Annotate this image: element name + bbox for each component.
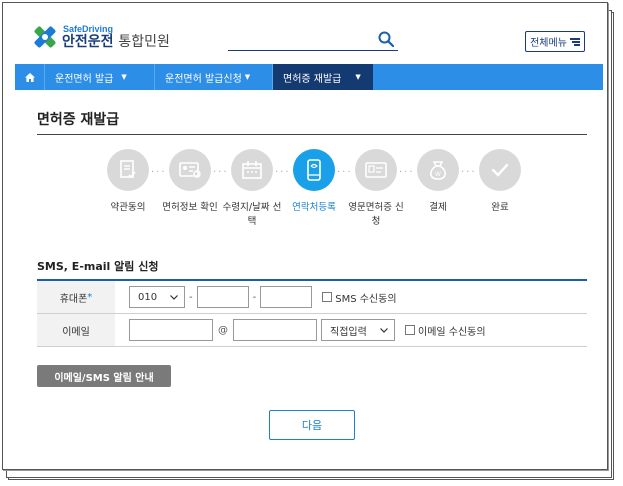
step-terms: 약관동의 (98, 149, 158, 215)
document-check-icon (107, 149, 149, 191)
phone-separator: - (189, 291, 193, 303)
license-card-icon (355, 149, 397, 191)
nav-home[interactable] (15, 64, 45, 90)
logo-title-main: 안전운전 (62, 34, 114, 50)
email-id-input[interactable] (129, 319, 213, 341)
site-logo[interactable]: SafeDriving 안전운전 통합민원 (33, 25, 170, 49)
step-english-license: 영문면허증 신청 (346, 149, 406, 229)
chevron-down-icon (380, 327, 388, 333)
home-icon (24, 72, 35, 82)
step-label: 수령지/날짜 선택 (222, 202, 282, 227)
checkbox-box[interactable] (405, 325, 415, 335)
caret-down-icon: ▼ (244, 73, 251, 81)
caret-down-icon: ▼ (355, 73, 361, 81)
section-title: SMS, E-mail 알림 신청 (37, 260, 159, 273)
email-label: 이메일 (37, 314, 115, 346)
logo-subtitle: SafeDriving (63, 24, 114, 34)
phone-separator: - (252, 291, 257, 303)
notification-guide-button[interactable]: 이메일/SMS 알림 안내 (37, 365, 171, 387)
page-title: 면허증 재발급 (37, 112, 120, 128)
email-domain-select[interactable]: 직접입력 (321, 319, 395, 341)
step-label: 결제 (429, 202, 447, 213)
calendar-icon (231, 149, 273, 191)
chevron-down-icon (170, 294, 178, 300)
step-license-info: 면허정보 확인 (160, 149, 220, 215)
nav-item-label: 면허증 재발급 (283, 73, 342, 85)
mobile-phone-icon (293, 149, 335, 191)
step-pickup-date: 수령지/날짜 선택 (222, 149, 282, 229)
step-label: 완료 (491, 202, 509, 213)
email-domain-input[interactable] (233, 319, 317, 341)
email-consent-checkbox[interactable]: 이메일 수신동의 (405, 323, 486, 338)
step-label: 영문면허증 신청 (348, 202, 404, 227)
phone-row: 휴대폰 * 010 - - SMS 수신동의 (37, 281, 587, 314)
step-label: 연락처등록 (292, 202, 336, 213)
all-menu-button[interactable]: 전체메뉴 (525, 31, 585, 52)
email-consent-label: 이메일 수신동의 (418, 326, 486, 338)
email-at-sign: @ (218, 324, 228, 336)
safedriving-logo-icon (33, 25, 57, 49)
notification-form: 휴대폰 * 010 - - SMS 수신동의 이메일 @ 직접입력 이메일 수신… (37, 279, 587, 347)
phone-last-input[interactable] (260, 286, 313, 308)
nav-item-license-issue[interactable]: 운전면허 발급 ▼ (45, 64, 155, 90)
checkmark-icon (479, 149, 521, 191)
all-menu-label: 전체메뉴 (530, 38, 567, 49)
id-card-icon (169, 149, 211, 191)
main-nav: 운전면허 발급 ▼ 운전면허 발급신청 ▼ 면허증 재발급 ▼ (15, 64, 603, 90)
nav-item-reissue[interactable]: 면허증 재발급 ▼ (273, 64, 373, 90)
step-contact: 연락처등록 (284, 149, 344, 215)
logo-title-thin: 통합민원 (118, 34, 170, 50)
phone-prefix-value: 010 (138, 291, 158, 303)
step-complete: 완료 (470, 149, 530, 215)
nav-item-label: 운전면허 발급신청 (165, 73, 242, 85)
nav-item-label: 운전면허 발급 (55, 73, 114, 85)
won-pouch-icon: W (417, 149, 459, 191)
required-mark: * (87, 291, 93, 303)
page-window: SafeDriving 안전운전 통합민원 전체메뉴 운전면허 발급 ▼ 운전면… (2, 2, 608, 470)
title-divider (37, 134, 587, 135)
checkbox-box[interactable] (322, 292, 333, 302)
next-button[interactable]: 다음 (269, 410, 355, 440)
caret-down-icon: ▼ (121, 73, 127, 81)
menu-icon (569, 37, 580, 46)
email-row: 이메일 @ 직접입력 이메일 수신동의 (37, 314, 587, 347)
sms-consent-label: SMS 수신동의 (335, 293, 397, 305)
email-domain-select-value: 직접입력 (330, 326, 367, 338)
nav-item-license-application[interactable]: 운전면허 발급신청 ▼ (155, 64, 273, 90)
phone-middle-input[interactable] (196, 286, 249, 308)
step-label: 면허정보 확인 (162, 202, 218, 213)
logo-title: 안전운전 통합민원 (62, 35, 170, 49)
sms-consent-checkbox[interactable]: SMS 수신동의 (322, 290, 397, 305)
phone-label: 휴대폰 * (37, 281, 115, 313)
phone-prefix-select[interactable]: 010 (129, 286, 185, 308)
search-icon[interactable] (378, 31, 394, 47)
step-payment: W 결제 (408, 149, 468, 215)
progress-stepper: ··· ··· ··· ··· ··· ··· 약관동의 면허정보 확인 수령지… (103, 149, 523, 239)
svg-text:W: W (435, 171, 441, 178)
search-input[interactable] (228, 29, 398, 51)
step-label: 약관동의 (110, 202, 146, 213)
